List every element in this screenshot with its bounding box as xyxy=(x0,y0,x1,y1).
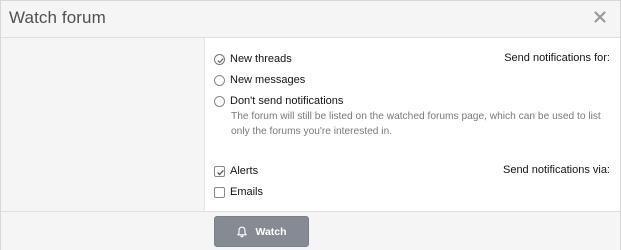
send-notifications-via-label: Send notifications via: xyxy=(502,164,610,176)
radio-unchecked-icon[interactable] xyxy=(214,74,225,86)
watch-forum-dialog: Watch forum Send notifications for: New … xyxy=(0,0,621,250)
checkbox-label: Emails xyxy=(230,186,264,198)
radio-label: New messages xyxy=(230,74,306,86)
radio-dont-send[interactable]: Don't send notifications xyxy=(214,95,343,107)
checkbox-emails[interactable]: Emails xyxy=(214,186,263,198)
watch-button[interactable]: Watch xyxy=(214,216,309,247)
bell-icon xyxy=(236,226,248,238)
radio-unchecked-icon[interactable] xyxy=(214,95,225,107)
watch-button-label: Watch xyxy=(255,225,287,238)
checkbox-label: Alerts xyxy=(230,165,259,177)
checkbox-alerts[interactable]: Alerts xyxy=(214,165,258,177)
send-notifications-for-label: Send notifications for: xyxy=(504,52,610,64)
radio-label: New threads xyxy=(230,53,292,65)
checkbox-unchecked-icon[interactable] xyxy=(214,186,225,198)
dialog-header: Watch forum xyxy=(1,1,620,38)
radio-checked-icon[interactable] xyxy=(214,53,225,65)
form-label-column xyxy=(1,38,205,211)
radio-label: Don't send notifications xyxy=(230,95,344,107)
dialog-title: Watch forum xyxy=(9,8,106,27)
radio-new-messages[interactable]: New messages xyxy=(214,74,305,86)
close-icon[interactable] xyxy=(592,9,608,25)
radio-new-threads[interactable]: New threads xyxy=(214,53,292,65)
dialog-footer: Watch xyxy=(1,211,620,250)
checkbox-checked-icon[interactable] xyxy=(214,165,225,177)
dont-send-hint: The forum will still be listed on the wa… xyxy=(231,111,601,137)
